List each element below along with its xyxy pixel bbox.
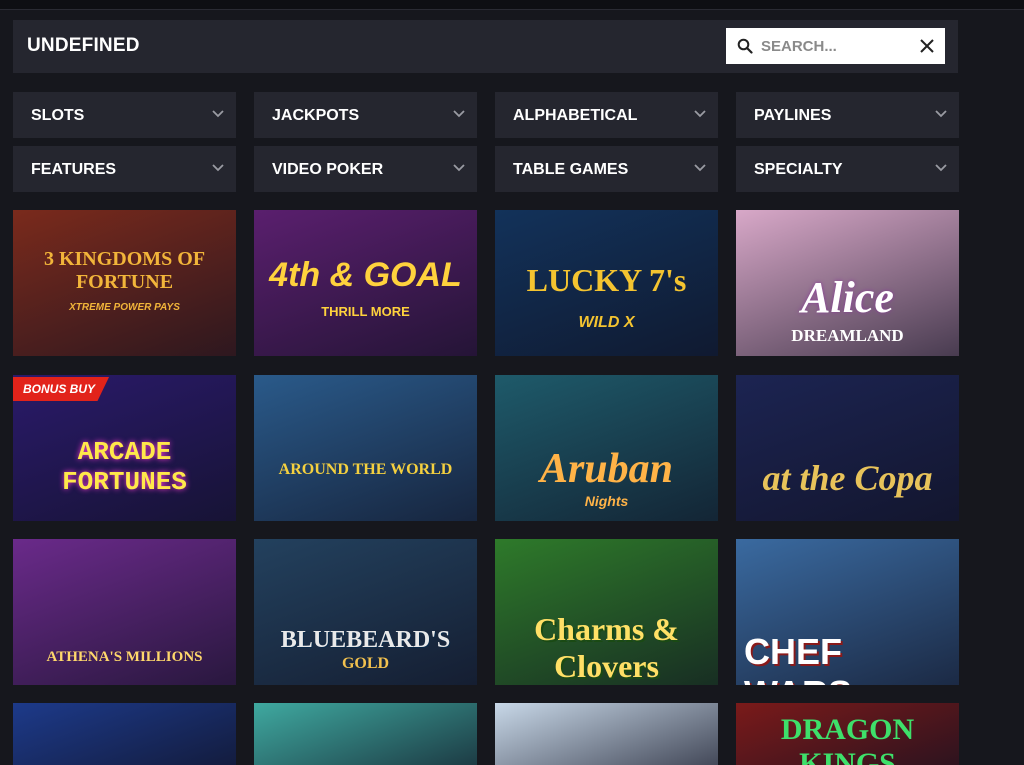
close-icon[interactable] (919, 38, 935, 54)
game-subtitle: Nights (584, 493, 629, 509)
game-tile[interactable] (13, 703, 236, 765)
game-title: Alice (801, 273, 894, 322)
chevron-down-icon (453, 164, 465, 172)
game-subtitle: DREAMLAND (791, 326, 904, 345)
game-title: BLUEBEARD'S (280, 627, 451, 653)
search-box[interactable] (726, 28, 945, 64)
game-title: 3 KINGDOMS OF FORTUNE (43, 248, 206, 293)
game-subtitle: THRILL MORE (321, 304, 410, 319)
filter-label: ALPHABETICAL (513, 107, 638, 124)
game-subtitle: XTREME POWER PAYS (69, 302, 180, 313)
game-title: Aruban (539, 446, 674, 492)
game-title: 4th & GOAL (269, 256, 462, 294)
game-tile-chef-wars[interactable]: CHEF WARS (736, 539, 959, 685)
game-tile-dragon-kings[interactable]: DRAGON KINGS (736, 703, 959, 765)
chevron-down-icon (694, 110, 706, 118)
game-tile-aruban-nights[interactable]: Aruban Nights (495, 375, 718, 521)
game-tile-alice-dreamland[interactable]: Alice DREAMLAND (736, 210, 959, 356)
filter-jackpots[interactable]: JACKPOTS (254, 92, 477, 138)
game-tile[interactable] (254, 703, 477, 765)
filter-label: JACKPOTS (272, 107, 360, 124)
category-header: UNDEFINED (13, 20, 958, 73)
filter-slots[interactable]: SLOTS (13, 92, 236, 138)
filter-label: SPECIALTY (754, 161, 843, 178)
filter-video-poker[interactable]: VIDEO POKER (254, 146, 477, 192)
game-tile-around-the-world[interactable]: AROUND THE WORLD (254, 375, 477, 521)
chevron-down-icon (935, 110, 947, 118)
game-tile-arcade-fortunes[interactable]: BONUS BUY ARCADE FORTUNES (13, 375, 236, 521)
chevron-down-icon (212, 164, 224, 172)
filter-label: FEATURES (31, 161, 117, 178)
game-subtitle: GOLD (341, 655, 390, 672)
top-bar (0, 0, 1024, 10)
filter-paylines[interactable]: PAYLINES (736, 92, 959, 138)
chevron-down-icon (212, 110, 224, 118)
game-title: at the Copa (762, 458, 933, 498)
chevron-down-icon (694, 164, 706, 172)
page-title: UNDEFINED (27, 35, 140, 56)
game-tile-bluebeards-gold[interactable]: BLUEBEARD'S GOLD (254, 539, 477, 685)
search-icon (737, 38, 753, 54)
chevron-down-icon (453, 110, 465, 118)
game-title: LUCKY 7's (526, 262, 687, 298)
filter-label: TABLE GAMES (513, 161, 629, 178)
filter-label: VIDEO POKER (272, 161, 384, 178)
game-tile-charms-and-clovers[interactable]: Charms & Clovers (495, 539, 718, 685)
game-title: CHEF WARS (744, 631, 852, 685)
filter-label: SLOTS (31, 107, 85, 124)
game-title: Charms & Clovers (534, 611, 679, 684)
game-tile-athenas-millions[interactable]: ATHENA'S MILLIONS (13, 539, 236, 685)
filter-specialty[interactable]: SPECIALTY (736, 146, 959, 192)
game-title: ARCADE FORTUNES (62, 437, 187, 497)
game-tile-3-kingdoms-of-fortune[interactable]: 3 KINGDOMS OF FORTUNE XTREME POWER PAYS (13, 210, 236, 356)
game-tile-4th-and-goal[interactable]: 4th & GOAL THRILL MORE (254, 210, 477, 356)
game-title: AROUND THE WORLD (278, 461, 453, 478)
game-title: ATHENA'S MILLIONS (46, 649, 203, 665)
bonus-buy-badge: BONUS BUY (13, 377, 110, 401)
chevron-down-icon (935, 164, 947, 172)
game-tile-lucky-7s[interactable]: LUCKY 7's WILD X (495, 210, 718, 356)
filter-features[interactable]: FEATURES (13, 146, 236, 192)
filter-table-games[interactable]: TABLE GAMES (495, 146, 718, 192)
game-tile-at-the-copa[interactable]: at the Copa (736, 375, 959, 521)
filter-alphabetical[interactable]: ALPHABETICAL (495, 92, 718, 138)
game-tile[interactable] (495, 703, 718, 765)
game-title: DRAGON KINGS (780, 713, 915, 765)
search-input[interactable] (761, 36, 906, 56)
filter-label: PAYLINES (754, 107, 832, 124)
game-subtitle: WILD X (578, 314, 635, 331)
